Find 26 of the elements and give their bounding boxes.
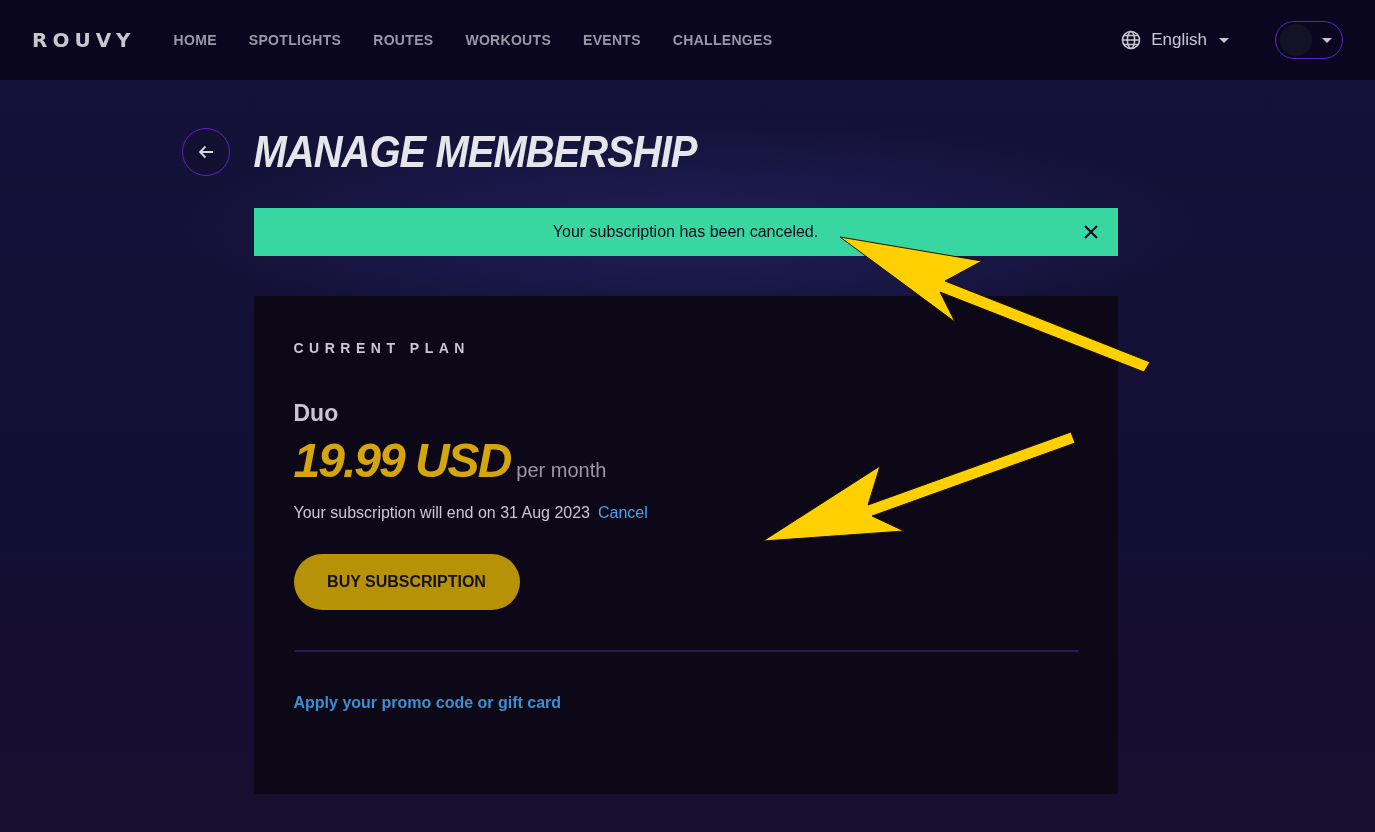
caret-icon [1219,37,1229,43]
nav-link[interactable]: WORKOUTS [449,32,568,48]
section-label: CURRENT PLAN [293,340,471,356]
nav-link[interactable]: EVENTS [567,32,657,48]
back-button[interactable] [181,128,230,176]
globe-icon [1121,30,1142,50]
avatar [1280,24,1312,56]
notification-message: Your subscription has been canceled. [552,223,819,241]
subscription-end-note: Your subscription will end on 31 Aug 2023 [293,504,590,522]
nav-link[interactable]: ROUTES [357,32,450,48]
plan-price: 19.99 USD [293,433,511,488]
language-selector[interactable]: English [1121,30,1229,50]
cancel-link[interactable]: Cancel [598,504,648,522]
close-icon [1083,225,1098,239]
back-arrow-icon [197,145,214,159]
close-button[interactable] [1083,225,1098,239]
promo-code-link[interactable]: Apply your promo code or gift card [293,694,562,712]
page-title: MANAGE MEMBERSHIP [253,127,697,177]
billing-period: per month [516,459,607,482]
nav-link[interactable]: SPOTLIGHTS [232,32,358,48]
buy-subscription-button[interactable]: BUY SUBSCRIPTION [293,554,520,610]
nav-link[interactable]: HOME [157,32,233,48]
nav-link[interactable]: CHALLENGES [656,32,789,48]
caret-icon [1322,37,1332,43]
plan-name: Duo [293,400,340,427]
logo[interactable]: ROUVY [32,28,136,52]
